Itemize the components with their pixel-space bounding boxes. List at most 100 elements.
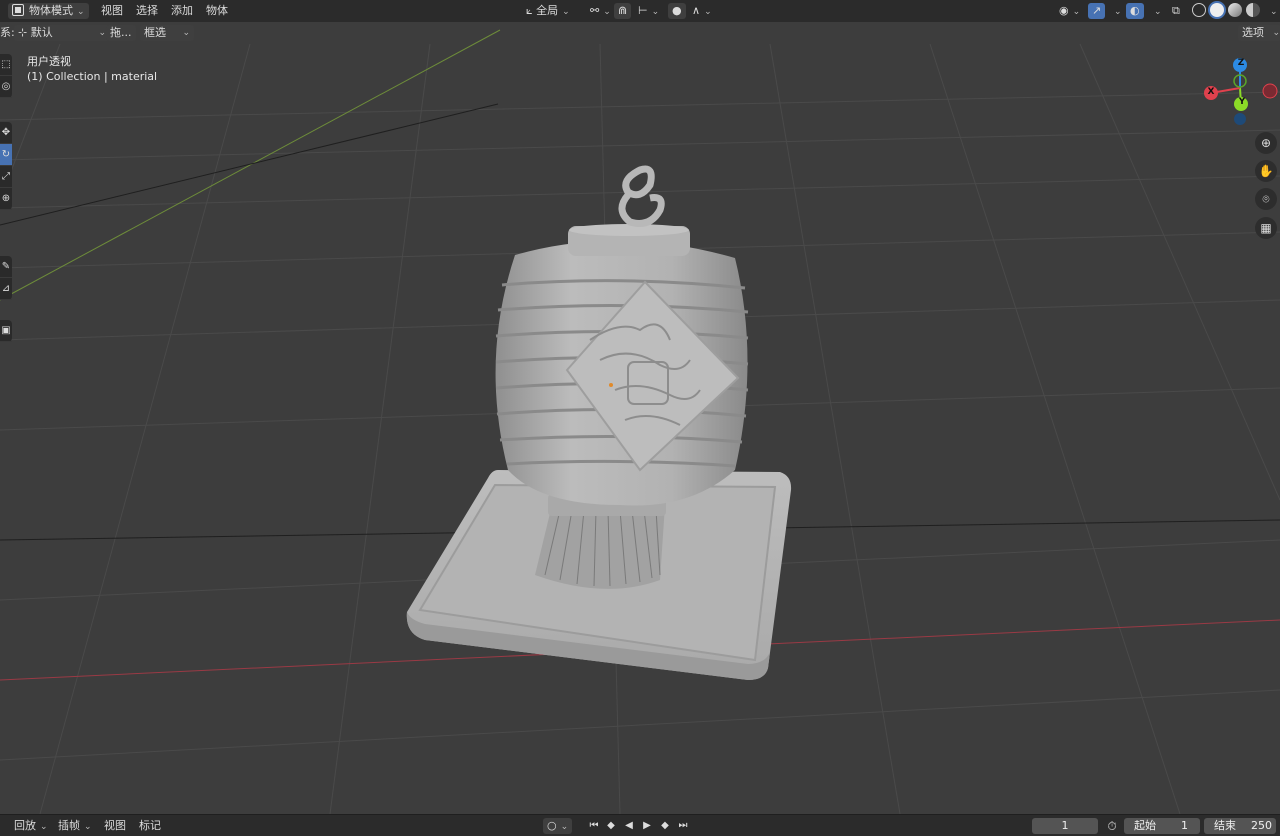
menu-view[interactable]: 视图	[97, 3, 127, 19]
chevron-down-icon: ⌄	[1154, 7, 1162, 17]
rotate-tool-icon[interactable]: ↻	[0, 144, 12, 166]
viewport-scene	[0, 29, 1280, 815]
start-value: 1	[1181, 819, 1188, 832]
options-label: 选项	[1242, 26, 1264, 39]
keying-menu[interactable]: 插帧 ⌄	[54, 818, 96, 834]
falloff-curve-icon: ∧	[692, 4, 701, 17]
object-mode-icon	[12, 4, 24, 16]
prev-keyframe-icon[interactable]: ◆	[604, 819, 618, 833]
menu-object[interactable]: 物体	[202, 3, 232, 19]
pan-hand-icon[interactable]: ✋	[1255, 160, 1277, 182]
snap-increment-icon: ⊢	[638, 4, 648, 17]
overlays-icon: ◐	[1130, 4, 1140, 17]
wireframe-shading-icon[interactable]	[1192, 3, 1206, 17]
transform-label: 全局	[536, 4, 559, 17]
current-frame-field[interactable]: 1	[1032, 818, 1098, 834]
chevron-down-icon: ⌄	[1270, 7, 1278, 17]
shading-modes	[1190, 3, 1262, 19]
scale-tool-icon[interactable]: ⤢	[0, 166, 12, 188]
gizmo-icon: ↗	[1092, 4, 1102, 17]
gizmo-toggle[interactable]: ↗	[1088, 3, 1106, 19]
mode-selector[interactable]: 物体模式 ⌄	[8, 3, 89, 19]
chevron-down-icon: ⌄	[704, 7, 712, 17]
marker-menu[interactable]: 标记	[135, 818, 165, 834]
toolbox-group-transform: ✥ ↻ ⤢ ⊕	[0, 122, 12, 210]
y-axis-label: Y	[1238, 97, 1246, 107]
pivot-icon: ⚯	[590, 4, 600, 17]
chevron-down-icon: ⌄	[651, 7, 660, 17]
end-frame-field[interactable]: 结束 250	[1204, 818, 1276, 834]
play-reverse-icon[interactable]: ◀	[622, 819, 636, 833]
view-name: 用户透视	[27, 55, 71, 68]
chevron-down-icon: ⌄	[98, 28, 106, 38]
move-tool-icon[interactable]: ✥	[0, 122, 12, 144]
chevron-down-icon: ⌄	[1272, 28, 1280, 38]
chevron-down-icon: ⌄	[1114, 7, 1122, 17]
x-axis-label: X	[1207, 87, 1215, 97]
xray-toggle[interactable]: ⧉	[1168, 3, 1184, 19]
camera-view-icon[interactable]: ⌾	[1255, 188, 1277, 210]
auto-keying-toggle[interactable]: ○ ⌄	[543, 818, 573, 834]
transform-orientation-dropdown[interactable]: ⟀ 全局 ⌄	[522, 3, 574, 19]
measure-tool-icon[interactable]: ⊿	[0, 278, 12, 300]
solid-shading-icon[interactable]	[1210, 3, 1224, 17]
jump-start-icon[interactable]: ⏮	[587, 819, 601, 833]
orientation-prefix: 系:	[0, 26, 15, 39]
neg-x-axis-icon	[1262, 83, 1278, 99]
record-icon: ○	[547, 819, 557, 832]
overlays-toggle[interactable]: ◐	[1126, 3, 1144, 19]
end-label: 结束	[1214, 819, 1236, 832]
material-shading-icon[interactable]	[1228, 3, 1242, 17]
select-mode-dropdown[interactable]: 框选 ⌄	[140, 25, 194, 41]
select-mode-label: 框选	[144, 26, 166, 39]
playback-label: 回放	[14, 819, 36, 832]
ortho-grid-icon[interactable]: ▦	[1255, 217, 1277, 239]
visibility-dropdown[interactable]: ◉ ⌄	[1055, 3, 1084, 19]
add-cube-tool-icon[interactable]: ▣	[0, 320, 12, 342]
overlays-dropdown[interactable]: ⌄	[1146, 3, 1166, 19]
tool-settings-bar: 系: ⊹ 默认 ⌄ 拖... 框选 ⌄ 选项 ⌄	[0, 22, 1280, 44]
chevron-down-icon: ⌄	[182, 28, 190, 38]
snap-target-dropdown[interactable]: ⊢ ⌄	[634, 3, 663, 19]
playback-menu[interactable]: 回放 ⌄	[10, 818, 52, 834]
menu-select[interactable]: 选择	[132, 3, 162, 19]
z-axis-label: Z	[1237, 58, 1245, 68]
snap-toggle[interactable]: ⋒	[614, 3, 632, 19]
jump-end-icon[interactable]: ⏭	[676, 819, 690, 833]
options-dropdown[interactable]: 选项 ⌄	[1238, 25, 1280, 41]
transform-tool-icon[interactable]: ⊕	[0, 188, 12, 210]
menu-add[interactable]: 添加	[167, 3, 197, 19]
proportional-edit-icon: ●	[672, 4, 682, 17]
next-keyframe-icon[interactable]: ◆	[658, 819, 672, 833]
mode-label: 物体模式	[29, 4, 73, 17]
timeline-view-menu[interactable]: 视图	[100, 818, 130, 834]
play-icon[interactable]: ▶	[640, 819, 654, 833]
orientation-axes-icon: ⟀	[526, 4, 533, 17]
drag-dropdown[interactable]: 拖...	[106, 25, 136, 41]
select-box-tool-icon[interactable]: ⬚	[0, 54, 12, 76]
proportional-edit-toggle[interactable]: ●	[668, 3, 686, 19]
chevron-down-icon: ⌄	[77, 7, 85, 17]
start-frame-field[interactable]: 起始 1	[1124, 818, 1200, 834]
chevron-down-icon: ⌄	[84, 822, 92, 832]
orientation-gizmo-icon: ⊹	[18, 26, 28, 39]
chevron-down-icon: ⌄	[560, 822, 569, 832]
magnet-icon: ⋒	[618, 4, 628, 17]
3d-viewport[interactable]: 用户透视 (1) Collection | material ⬚ ◎ ✥ ↻ ⤢…	[0, 0, 1280, 815]
neg-z-axis-icon	[1234, 113, 1246, 125]
toolbox-group-annotate: ✎ ⊿	[0, 256, 12, 300]
orientation-dropdown[interactable]: ⊹ 默认 ⌄	[14, 25, 110, 41]
pivot-point-dropdown[interactable]: ⚯ ⌄	[586, 3, 615, 19]
gizmo-dropdown[interactable]: ⌄	[1106, 3, 1126, 19]
shading-dropdown[interactable]: ⌄	[1262, 3, 1280, 19]
toolbox-group-select: ⬚ ◎	[0, 54, 12, 98]
collection-info: (1) Collection | material	[27, 70, 158, 83]
chevron-down-icon: ⌄	[562, 7, 570, 17]
start-label: 起始	[1134, 819, 1156, 832]
stopwatch-icon[interactable]: ⏱	[1105, 819, 1119, 833]
rendered-shading-icon[interactable]	[1246, 3, 1260, 17]
zoom-icon[interactable]: ⊕	[1255, 132, 1277, 154]
cursor-tool-icon[interactable]: ◎	[0, 76, 12, 98]
annotate-tool-icon[interactable]: ✎	[0, 256, 12, 278]
falloff-dropdown[interactable]: ∧ ⌄	[688, 3, 716, 19]
